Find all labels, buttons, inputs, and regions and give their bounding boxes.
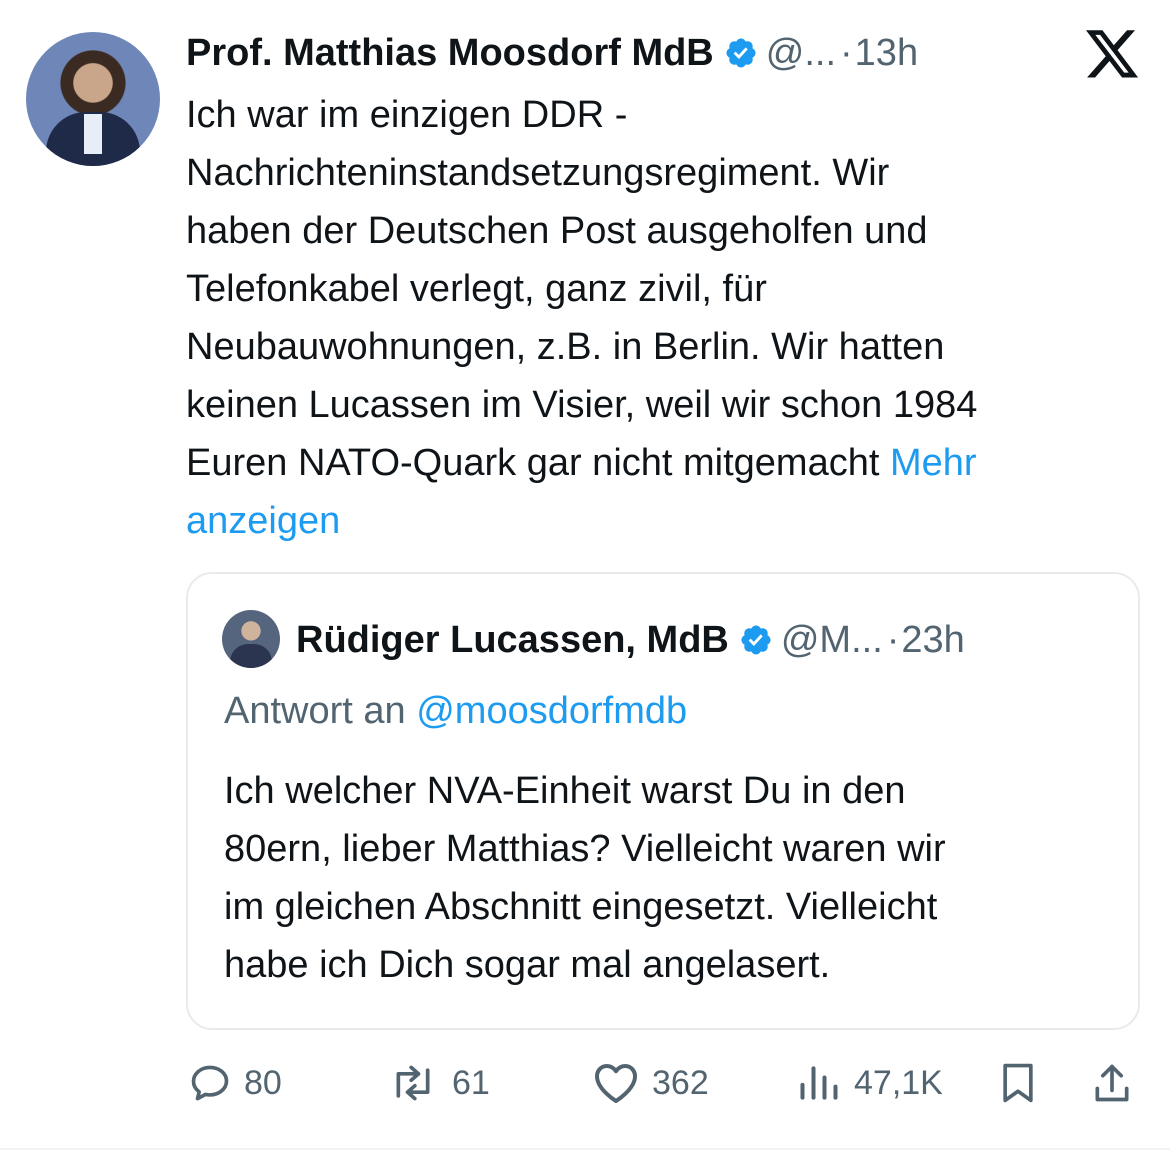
tweet-text-line: Nachrichteninstandsetzungsregiment. Wir — [186, 152, 890, 194]
reply-prefix: Antwort an — [224, 690, 406, 732]
tweet-text-line: Ich war im einzigen DDR - — [186, 94, 628, 136]
verified-badge-icon — [741, 625, 771, 655]
verified-badge-icon — [726, 38, 756, 68]
share-icon — [1095, 1064, 1129, 1102]
tweet-header: Prof. Matthias Moosdorf MdB @... · 13h — [186, 28, 918, 78]
divider — [0, 1148, 1170, 1150]
tweet-text-line: Euren NATO-Quark gar nicht mitgemacht — [186, 442, 880, 484]
reply-icon — [191, 1065, 229, 1101]
bookmark-button[interactable] — [996, 1052, 1040, 1114]
tweet-text-line: keinen Lucassen im Visier, weil wir scho… — [186, 384, 978, 426]
repost-count: 61 — [452, 1063, 490, 1102]
show-more-link-continued[interactable]: anzeigen — [186, 492, 1146, 550]
reply-button[interactable]: 80 — [188, 1052, 282, 1114]
quoted-text-line: habe ich Dich sogar mal angelasert. — [224, 944, 831, 986]
quoted-tweet-text: Ich welcher NVA-Einheit warst Du in den … — [224, 762, 1124, 994]
show-more-link[interactable]: Mehr — [890, 442, 977, 484]
quoted-text-line: 80ern, lieber Matthias? Vielleicht waren… — [224, 828, 946, 870]
views-chart-icon — [800, 1066, 838, 1100]
avatar-shirt — [84, 114, 102, 154]
tweet-text-line-last: Euren NATO-Quark gar nicht mitgemacht Me… — [186, 434, 1146, 492]
tweet-text-line: haben der Deutschen Post ausgeholfen und — [186, 210, 928, 252]
author-handle[interactable]: @... — [766, 32, 836, 75]
heart-icon — [595, 1064, 637, 1103]
views-count: 47,1K — [854, 1063, 943, 1102]
x-logo-icon — [1086, 30, 1139, 78]
repost-icon — [396, 1065, 430, 1101]
like-count: 362 — [652, 1063, 709, 1102]
quoted-tweet-header: Rüdiger Lucassen, MdB @M... · 23h — [296, 615, 965, 665]
quoted-meta-separator: · — [886, 618, 900, 661]
tweet-text-line: Neubauwohnungen, z.B. in Berlin. Wir hat… — [186, 326, 945, 368]
tweet-text-line: Telefonkabel verlegt, ganz zivil, für — [186, 268, 767, 310]
tweet-text: Ich war im einzigen DDR - Nachrichtenins… — [186, 86, 1146, 550]
share-button[interactable] — [1090, 1052, 1134, 1114]
author-name[interactable]: Prof. Matthias Moosdorf MdB — [186, 32, 714, 75]
repost-button[interactable]: 61 — [386, 1052, 490, 1114]
author-avatar[interactable] — [26, 32, 160, 166]
like-button[interactable]: 362 — [592, 1052, 709, 1114]
reply-handle-link[interactable]: @moosdorfmdb — [416, 690, 687, 732]
quoted-tweet-time: 23h — [901, 618, 965, 661]
reply-context: Antwort an @moosdorfmdb — [224, 690, 687, 733]
quoted-text-line: Ich welcher NVA-Einheit warst Du in den — [224, 770, 906, 812]
quoted-author-handle: @M... — [780, 618, 883, 661]
views-button[interactable]: 47,1K — [796, 1052, 943, 1114]
quoted-avatar-suit — [230, 644, 272, 668]
bookmark-icon — [1003, 1063, 1033, 1103]
quoted-author-avatar — [222, 610, 280, 668]
quoted-author-name: Rüdiger Lucassen, MdB — [296, 618, 729, 661]
quoted-text-line: im gleichen Abschnitt eingesetzt. Vielle… — [224, 886, 938, 928]
reply-count: 80 — [244, 1063, 282, 1102]
meta-separator: · — [840, 31, 853, 74]
tweet-time[interactable]: 13h — [855, 32, 918, 75]
action-bar: 80 61 362 47,1K — [0, 1052, 1170, 1114]
